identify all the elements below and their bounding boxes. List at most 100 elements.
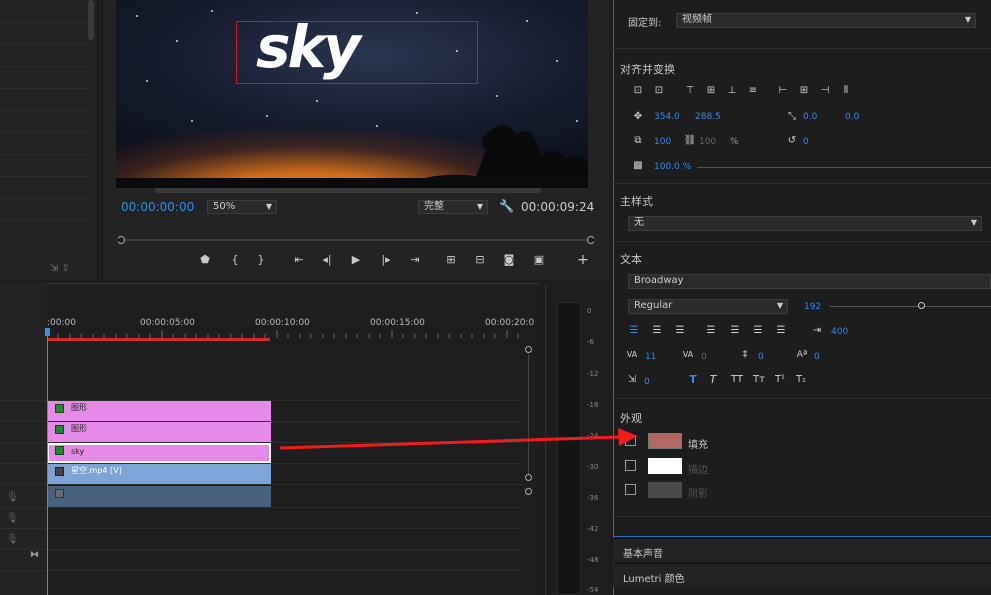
font-family-select[interactable]: Broadway (628, 274, 991, 289)
monitor-scrollbar[interactable] (155, 188, 541, 193)
extract-icon[interactable]: ⊟ (471, 252, 489, 268)
tsume-value[interactable]: 0 (644, 377, 650, 387)
time-ruler[interactable] (47, 330, 527, 338)
text-title: 文本 (620, 253, 642, 266)
align-text-center-icon[interactable]: ☰ (650, 324, 664, 338)
align-vertical-center-icon[interactable]: ⊡ (631, 84, 645, 98)
kerning-value[interactable]: 0 (701, 352, 707, 362)
clip-graphic-1[interactable]: 图形 (47, 401, 271, 421)
add-marker-icon[interactable]: ⬟ (196, 252, 214, 268)
clip-graphic-2[interactable]: 图形 (47, 422, 271, 442)
shadow-color-swatch[interactable] (648, 482, 682, 498)
vertical-scroll-knob[interactable] (525, 346, 532, 353)
align-text-left-icon[interactable]: ☰ (627, 324, 641, 338)
align-bottom-icon[interactable]: ⊥ (725, 84, 739, 98)
scale-width[interactable]: 100 (654, 137, 671, 147)
mic-icon[interactable]: 🎙 (6, 492, 19, 503)
add-button-icon[interactable]: + (574, 252, 592, 268)
shadow-checkbox[interactable] (625, 484, 636, 495)
mic-icon[interactable]: 🎙 (6, 534, 19, 545)
lumetri-color-panel-tab[interactable]: Lumetri 颜色 (613, 563, 991, 587)
distribute-vertical-icon[interactable]: ≡ (746, 84, 760, 98)
align-horizontal-center-icon[interactable]: ⊡ (652, 84, 666, 98)
work-area-bar[interactable] (48, 338, 270, 341)
font-size-value[interactable]: 192 (804, 302, 821, 312)
pin-to-select[interactable]: 视频帧 ▼ (676, 13, 976, 28)
panel-row (0, 198, 88, 199)
expand-tracks-icon[interactable]: ⧓ (30, 550, 39, 560)
tab-width-value[interactable]: 400 (831, 327, 848, 337)
panel-scrollbar[interactable] (88, 0, 94, 40)
stroke-color-swatch[interactable] (648, 458, 682, 474)
current-timecode[interactable]: 00:00:00:00 (121, 200, 194, 214)
appearance-title: 外观 (620, 412, 642, 425)
baseline-value[interactable]: 0 (814, 352, 820, 362)
leading-value[interactable]: 0 (758, 352, 764, 362)
video-preview[interactable]: sky (116, 0, 588, 188)
export-frame-icon[interactable]: ◙ (500, 252, 518, 268)
wrench-icon[interactable]: 🔧 (499, 199, 514, 213)
essential-sound-panel-tab[interactable]: 基本声音 (613, 538, 991, 562)
align-top-icon[interactable]: ⊤ (683, 84, 697, 98)
anchor-y[interactable]: 0.0 (845, 112, 859, 122)
zoom-select[interactable]: 50% ▼ (207, 200, 277, 214)
anchor-x[interactable]: 0.0 (803, 112, 817, 122)
rotation-value[interactable]: 0 (803, 137, 809, 147)
playhead-line[interactable] (47, 330, 48, 595)
justify-center-icon[interactable]: ☰ (728, 324, 742, 338)
align-text-right-icon[interactable]: ☰ (673, 324, 687, 338)
stroke-checkbox[interactable] (625, 460, 636, 471)
faux-italic-icon[interactable]: T (706, 373, 720, 387)
step-forward-icon[interactable]: |▸ (377, 252, 395, 268)
comparison-view-icon[interactable]: ▣ (530, 252, 548, 268)
vertical-scroll-knob[interactable] (525, 488, 532, 495)
anchor-point-icon: ⤡ (788, 111, 796, 122)
fill-color-swatch[interactable] (648, 433, 682, 449)
mic-icon[interactable]: 🎙 (6, 513, 19, 524)
lift-icon[interactable]: ⊞ (442, 252, 460, 268)
tracking-value[interactable]: 11 (645, 352, 656, 362)
opacity-slider[interactable] (697, 167, 991, 168)
superscript-icon[interactable]: T¹ (773, 373, 787, 387)
stroke-label: 描边 (688, 465, 708, 476)
position-y[interactable]: 288.5 (695, 112, 721, 122)
clip-video[interactable]: 星空.mp4 [V] (47, 464, 271, 484)
quality-select[interactable]: 完整 ▼ (418, 200, 488, 214)
clip-sky-selected[interactable]: sky (47, 443, 271, 463)
justify-right-icon[interactable]: ☰ (751, 324, 765, 338)
mark-in-icon[interactable]: { (226, 252, 244, 268)
subscript-icon[interactable]: T₁ (794, 373, 808, 387)
mark-out-icon[interactable]: } (252, 252, 270, 268)
align-middle-icon[interactable]: ⊞ (704, 84, 718, 98)
align-left-icon[interactable]: ⊢ (776, 84, 790, 98)
go-to-in-icon[interactable]: ⇤ (290, 252, 308, 268)
justify-left-icon[interactable]: ☰ (704, 324, 718, 338)
export-icon[interactable]: ⇲ ⇪ (50, 263, 70, 274)
go-to-out-icon[interactable]: ⇥ (406, 252, 424, 268)
font-size-slider[interactable] (830, 306, 991, 307)
scale-height[interactable]: 100 (699, 137, 716, 147)
clip-audio[interactable] (47, 486, 271, 507)
vertical-scroll-knob[interactable] (525, 474, 532, 481)
faux-bold-icon[interactable]: T (686, 373, 700, 387)
font-size-slider-knob[interactable] (918, 302, 925, 309)
lock-aspect-icon[interactable]: ⛓ (683, 134, 697, 148)
position-x[interactable]: 354.0 (654, 112, 680, 122)
align-center-icon[interactable]: ⊞ (797, 84, 811, 98)
step-back-icon[interactable]: ◂| (318, 252, 336, 268)
master-style-select[interactable]: 无 ▼ (628, 216, 982, 231)
fill-checkbox[interactable]: ✓ (625, 433, 636, 446)
distribute-horizontal-icon[interactable]: ⦀ (839, 84, 853, 98)
align-right-icon[interactable]: ⊣ (818, 84, 832, 98)
opacity-value[interactable]: 100.0 % (654, 162, 691, 172)
horizon (116, 178, 588, 188)
pin-value: 视频帧 (682, 14, 712, 25)
font-style-select[interactable]: Regular ▼ (628, 299, 788, 314)
all-caps-icon[interactable]: TT (728, 373, 746, 387)
justify-all-icon[interactable]: ☰ (774, 324, 788, 338)
small-caps-icon[interactable]: Tᴛ (750, 373, 768, 387)
text-selection-box[interactable] (236, 21, 478, 84)
monitor-ruler[interactable] (118, 233, 594, 245)
play-icon[interactable]: ▶ (347, 252, 365, 268)
vertical-scroll-track[interactable] (528, 354, 529, 474)
